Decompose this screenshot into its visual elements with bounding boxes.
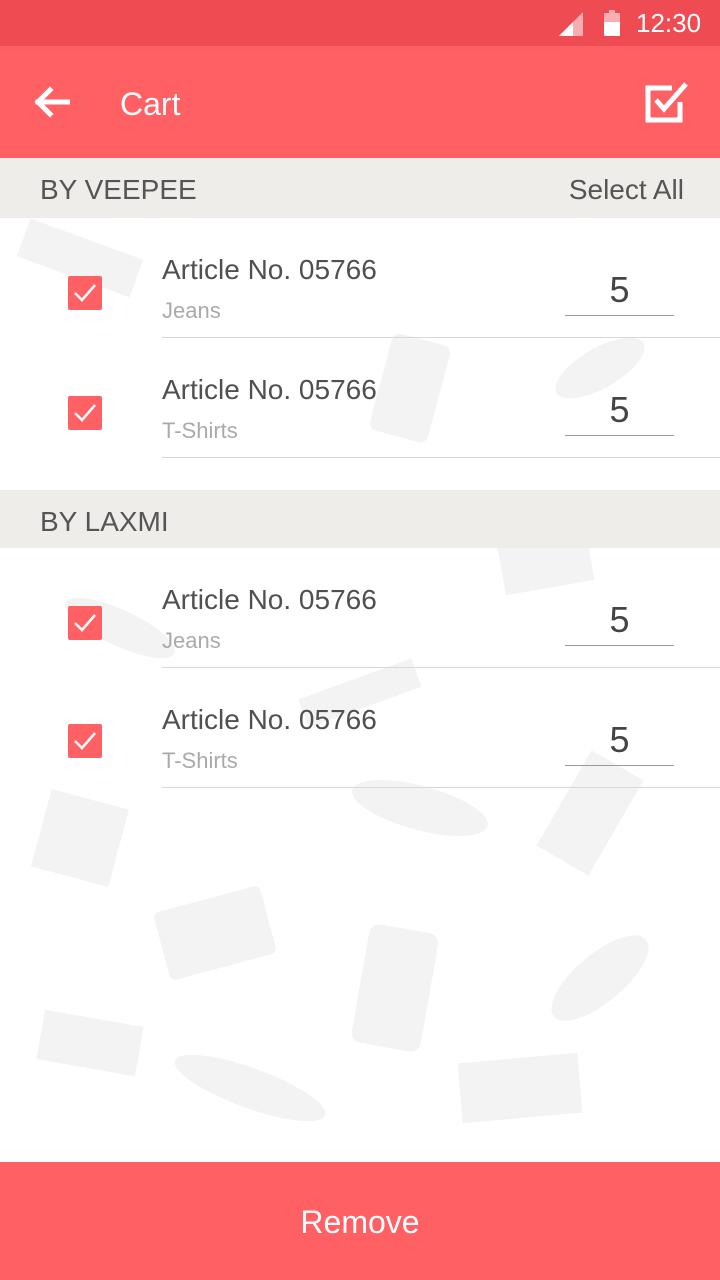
quantity-input[interactable]: 5 [565, 598, 674, 646]
divider [162, 786, 720, 788]
select-all-link[interactable]: Select All [569, 174, 684, 206]
item-name: Article No. 05766 [162, 374, 377, 405]
status-time: 12:30 [636, 8, 702, 38]
item-category: T-Shirts [162, 418, 238, 443]
quantity-input[interactable]: 5 [565, 718, 674, 766]
quantity-input[interactable]: 5 [565, 268, 674, 316]
check-icon [74, 404, 96, 422]
status-bar: 12:30 [0, 0, 720, 46]
item-category: T-Shirts [162, 748, 238, 773]
quantity-input[interactable]: 5 [565, 388, 674, 436]
cart-item: Article No. 05766 Jeans 5 [0, 548, 720, 668]
item-name: Article No. 05766 [162, 704, 377, 735]
item-name: Article No. 05766 [162, 254, 377, 285]
check-icon [74, 614, 96, 632]
signal-icon [559, 12, 583, 36]
cart-item: Article No. 05766 T-Shirts 5 [0, 668, 720, 788]
section-header-veepee: BY VEEPEE Select All [0, 158, 720, 218]
divider [162, 456, 720, 458]
checkbox-checked-icon[interactable] [642, 80, 690, 126]
item-name: Article No. 05766 [162, 584, 377, 615]
check-icon [74, 732, 96, 750]
check-icon [74, 284, 96, 302]
battery-icon [604, 10, 620, 36]
arrow-left-icon[interactable] [34, 86, 70, 118]
item-checkbox[interactable] [68, 724, 102, 758]
section-title: BY VEEPEE [40, 174, 197, 205]
cart-item: Article No. 05766 T-Shirts 5 [0, 338, 720, 458]
page-title: Cart [120, 86, 181, 122]
item-checkbox[interactable] [68, 396, 102, 430]
item-category: Jeans [162, 298, 221, 323]
item-checkbox[interactable] [68, 276, 102, 310]
item-category: Jeans [162, 628, 221, 653]
cart-item: Article No. 05766 Jeans 5 [0, 218, 720, 338]
item-checkbox[interactable] [68, 606, 102, 640]
section-header-laxmi: BY LAXMI [0, 490, 720, 548]
app-bar: Cart [0, 46, 720, 158]
cart-content[interactable]: BY VEEPEE Select All Article No. 05766 J… [0, 158, 720, 1162]
remove-button[interactable]: Remove [0, 1162, 720, 1280]
section-title: BY LAXMI [40, 506, 169, 537]
